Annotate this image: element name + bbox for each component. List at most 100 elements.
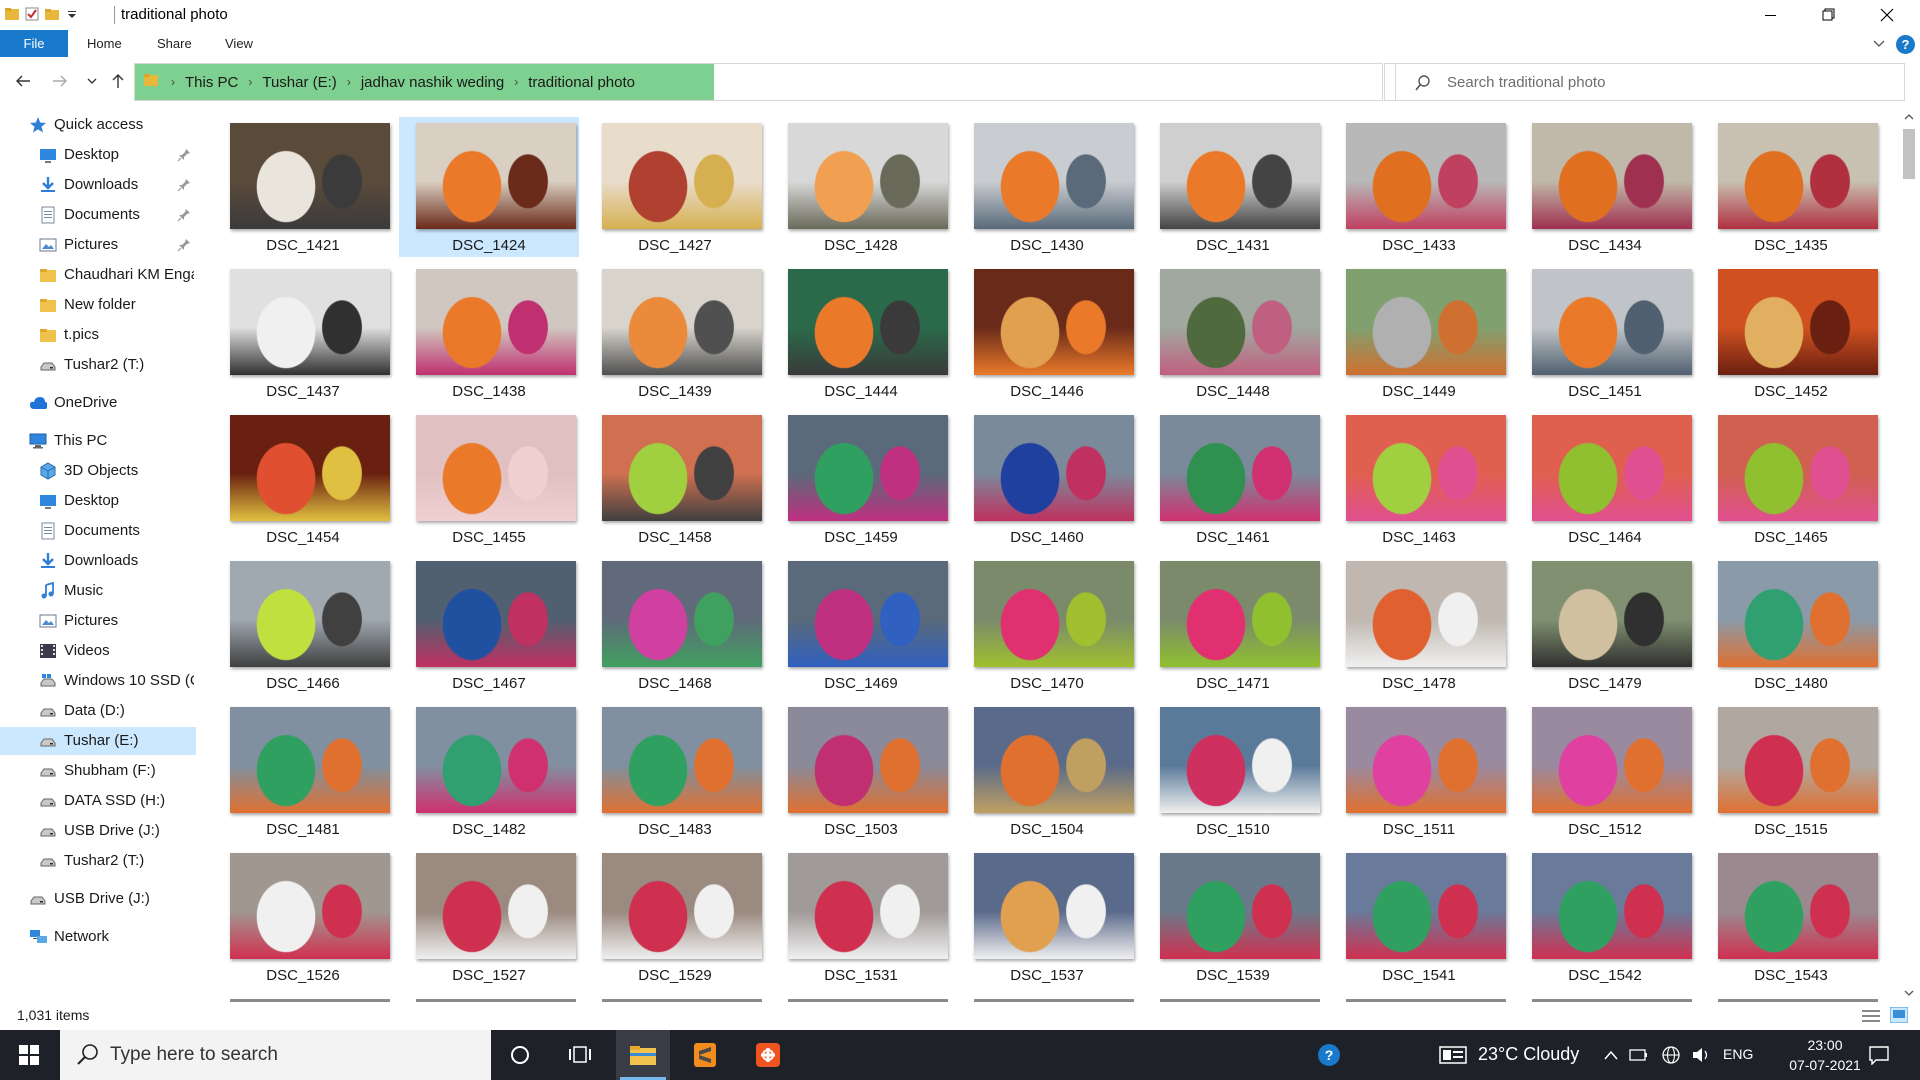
volume-icon[interactable] xyxy=(1690,1044,1712,1066)
file-thumbnail[interactable]: DSC_1427 xyxy=(585,117,765,257)
file-thumbnail[interactable]: DSC_1542 xyxy=(1515,847,1695,987)
sidebar-item-usb-drive-j[interactable]: USB Drive (J:) xyxy=(0,885,196,913)
scrollbar-thumb[interactable] xyxy=(1903,129,1915,179)
sidebar-item-videos[interactable]: Videos xyxy=(0,637,196,665)
file-thumbnail[interactable]: DSC_1449 xyxy=(1329,263,1509,403)
sidebar-item-windows-10-ssd-c[interactable]: Windows 10 SSD (C xyxy=(0,667,196,695)
sidebar-item-new-folder[interactable]: New folder xyxy=(0,291,196,319)
file-thumbnail[interactable]: DSC_1428 xyxy=(771,117,951,257)
sidebar-item-tushar2-t[interactable]: Tushar2 (T:) xyxy=(0,351,196,379)
file-thumbnail[interactable]: DSC_1434 xyxy=(1515,117,1695,257)
file-thumbnail[interactable]: DSC_1463 xyxy=(1329,409,1509,549)
sidebar-item-onedrive[interactable]: OneDrive xyxy=(0,389,196,417)
details-view-icon[interactable] xyxy=(1862,1009,1880,1028)
sidebar-item-data-d[interactable]: Data (D:) xyxy=(0,697,196,725)
file-thumbnail[interactable]: DSC_1503 xyxy=(771,701,951,841)
file-thumbnail[interactable]: DSC_1446 xyxy=(957,263,1137,403)
taskbar-search-input[interactable]: Type here to search xyxy=(60,1030,491,1080)
file-thumbnail[interactable]: DSC_1510 xyxy=(1143,701,1323,841)
file-thumbnail[interactable]: DSC_1465 xyxy=(1701,409,1881,549)
sidebar-item-quick-access[interactable]: Quick access xyxy=(0,111,196,139)
file-thumbnail[interactable]: DSC_1424 xyxy=(399,117,579,257)
task-view-button[interactable] xyxy=(553,1030,607,1080)
file-thumbnail[interactable]: DSC_1478 xyxy=(1329,555,1509,695)
file-thumbnail[interactable]: DSC_1455 xyxy=(399,409,579,549)
sidebar-item-pictures[interactable]: Pictures xyxy=(0,607,196,635)
tab-view[interactable]: View xyxy=(225,30,253,57)
recent-locations-button[interactable] xyxy=(80,69,104,93)
file-thumbnail[interactable]: DSC_1512 xyxy=(1515,701,1695,841)
close-button[interactable] xyxy=(1858,0,1916,30)
sidebar-item-network[interactable]: Network xyxy=(0,923,196,951)
file-thumbnail[interactable]: DSC_1531 xyxy=(771,847,951,987)
file-thumbnail[interactable]: DSC_1459 xyxy=(771,409,951,549)
sidebar-item-tushar2-t[interactable]: Tushar2 (T:) xyxy=(0,847,196,875)
notifications-icon[interactable] xyxy=(1868,1044,1890,1066)
file-thumbnail[interactable]: DSC_1483 xyxy=(585,701,765,841)
input-language[interactable]: ENG xyxy=(1723,1046,1753,1062)
file-thumbnail[interactable]: DSC_1461 xyxy=(1143,409,1323,549)
file-thumbnail[interactable]: DSC_1468 xyxy=(585,555,765,695)
file-thumbnail[interactable]: DSC_1451 xyxy=(1515,263,1695,403)
weather-icon[interactable] xyxy=(1438,1044,1468,1066)
file-thumbnail[interactable]: DSC_1504 xyxy=(957,701,1137,841)
file-thumbnail[interactable]: DSC_1452 xyxy=(1701,263,1881,403)
file-thumbnail[interactable]: DSC_1430 xyxy=(957,117,1137,257)
sidebar-item-this-pc[interactable]: This PC xyxy=(0,427,196,455)
file-thumbnail[interactable]: DSC_1515 xyxy=(1701,701,1881,841)
chevron-up-icon[interactable] xyxy=(1600,1044,1622,1066)
file-thumbnail[interactable]: DSC_1529 xyxy=(585,847,765,987)
expand-ribbon-icon[interactable] xyxy=(1872,36,1886,55)
file-thumbnail[interactable]: DSC_1435 xyxy=(1701,117,1881,257)
battery-icon[interactable] xyxy=(1628,1044,1650,1066)
sidebar-item-data-ssd-h[interactable]: DATA SSD (H:) xyxy=(0,787,196,815)
breadcrumb-this-pc[interactable]: This PC xyxy=(181,74,242,91)
file-thumbnail[interactable]: DSC_1470 xyxy=(957,555,1137,695)
help-button[interactable]: ? xyxy=(1896,35,1915,54)
start-button[interactable] xyxy=(0,1030,58,1080)
breadcrumb-tushar-drive[interactable]: Tushar (E:) xyxy=(258,74,340,91)
file-thumbnail[interactable]: DSC_1464 xyxy=(1515,409,1695,549)
file-thumbnail[interactable]: DSC_1458 xyxy=(585,409,765,549)
back-button[interactable] xyxy=(11,69,35,93)
sidebar-item-chaudhari-km-enga[interactable]: Chaudhari KM Enga xyxy=(0,261,196,289)
sidebar-item-3d-objects[interactable]: 3D Objects xyxy=(0,457,196,485)
file-thumbnail[interactable]: DSC_1526 xyxy=(213,847,393,987)
file-thumbnail[interactable]: DSC_1527 xyxy=(399,847,579,987)
sidebar-item-shubham-f[interactable]: Shubham (F:) xyxy=(0,757,196,785)
file-thumbnail[interactable]: DSC_1471 xyxy=(1143,555,1323,695)
file-thumbnail[interactable]: DSC_1539 xyxy=(1143,847,1323,987)
file-thumbnail[interactable]: DSC_1454 xyxy=(213,409,393,549)
vertical-scrollbar[interactable] xyxy=(1898,107,1920,1002)
file-thumbnail[interactable]: DSC_1479 xyxy=(1515,555,1695,695)
file-thumbnail[interactable]: DSC_1421 xyxy=(213,117,393,257)
tab-file[interactable]: File xyxy=(0,30,68,57)
minimize-button[interactable] xyxy=(1742,0,1800,30)
file-thumbnail[interactable]: DSC_1437 xyxy=(213,263,393,403)
file-thumbnail[interactable]: DSC_1541 xyxy=(1329,847,1509,987)
chevron-right-icon[interactable]: › xyxy=(341,75,357,89)
up-button[interactable] xyxy=(106,69,130,93)
sidebar-item-documents[interactable]: Documents xyxy=(0,517,196,545)
file-thumbnail[interactable]: DSC_1543 xyxy=(1701,847,1881,987)
breadcrumb-current-folder[interactable]: traditional photo xyxy=(524,74,639,91)
sidebar-item-music[interactable]: Music xyxy=(0,577,196,605)
properties-icon[interactable] xyxy=(24,6,40,22)
chevron-right-icon[interactable]: › xyxy=(242,75,258,89)
address-bar[interactable]: › This PC › Tushar (E:) › jadhav nashik … xyxy=(134,63,1465,101)
file-thumbnail[interactable]: DSC_1448 xyxy=(1143,263,1323,403)
file-thumbnail[interactable]: DSC_1431 xyxy=(1143,117,1323,257)
file-thumbnail[interactable]: DSC_1469 xyxy=(771,555,951,695)
forward-button[interactable] xyxy=(48,69,72,93)
tab-share[interactable]: Share xyxy=(157,30,192,57)
sidebar-item-downloads[interactable]: Downloads xyxy=(0,547,196,575)
file-thumbnail[interactable]: DSC_1537 xyxy=(957,847,1137,987)
file-thumbnail[interactable]: DSC_1467 xyxy=(399,555,579,695)
customize-quick-access-icon[interactable] xyxy=(64,6,80,22)
large-icons-view-icon[interactable] xyxy=(1889,1006,1909,1028)
app-button[interactable] xyxy=(741,1030,795,1080)
network-globe-icon[interactable] xyxy=(1660,1044,1682,1066)
file-thumbnail[interactable]: DSC_1438 xyxy=(399,263,579,403)
sublime-text-button[interactable] xyxy=(678,1030,732,1080)
file-thumbnail[interactable]: DSC_1439 xyxy=(585,263,765,403)
